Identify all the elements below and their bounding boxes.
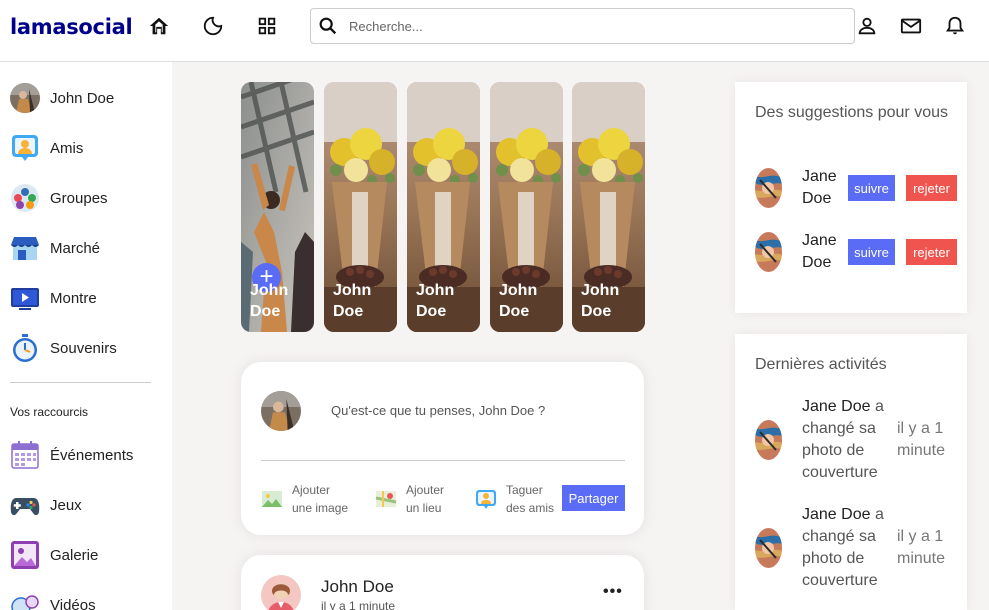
avatar[interactable]: [261, 575, 301, 610]
logo[interactable]: lamasocial: [10, 15, 133, 39]
post-time: il y a 1 minute: [321, 599, 396, 610]
suggestion-name[interactable]: Jane Doe: [802, 166, 837, 210]
share-option-image[interactable]: Ajouter une image: [261, 481, 348, 517]
sidebar-item-label: Galerie: [50, 546, 99, 564]
sidebar-item-label: Amis: [50, 139, 84, 157]
story-card[interactable]: John Doe: [572, 82, 645, 332]
more-icon[interactable]: •••: [603, 583, 623, 601]
story-card[interactable]: John Doe: [324, 82, 397, 332]
tag-friends-icon: [476, 490, 496, 509]
avatar: [10, 83, 40, 113]
story-name: John Doe: [250, 282, 289, 320]
sidebar-item-friends[interactable]: Amis: [10, 132, 83, 164]
reject-button[interactable]: rejeter: [906, 175, 957, 201]
sidebar-item-label: Jeux: [50, 496, 82, 514]
share-button[interactable]: Partager: [562, 485, 625, 511]
sidebar-item-label: Marché: [50, 239, 101, 257]
shortcuts-title: Vos raccourcis: [10, 405, 89, 419]
suggestions-title: Des suggestions pour vous: [755, 104, 948, 121]
sidebar-item-gallery[interactable]: Galerie: [10, 539, 98, 571]
reject-button[interactable]: rejeter: [906, 239, 957, 265]
search-icon: [319, 17, 337, 35]
activity-text: Jane Doe a changé sa photo de couverture: [802, 506, 884, 589]
moon-icon[interactable]: [202, 15, 224, 37]
sidebar-item-groups[interactable]: Groupes: [10, 182, 108, 214]
avatar[interactable]: [755, 168, 782, 208]
sidebar-item-label: Montre: [50, 289, 97, 307]
activity-time: il y a 1 minute: [897, 528, 946, 567]
watch-icon: [10, 283, 40, 313]
activities-card: Dernières activités Jane Doe a changé sa…: [735, 334, 967, 610]
activity-text: Jane Doe a changé sa photo de couverture: [802, 398, 884, 481]
navbar: lamasocial: [0, 0, 989, 62]
share-divider: [261, 460, 625, 461]
sidebar-item-label: Événements: [50, 446, 134, 464]
search-bar[interactable]: [310, 8, 855, 44]
sidebar-item-profile[interactable]: John Doe: [10, 82, 114, 114]
story-card[interactable]: John Doe: [490, 82, 563, 332]
image-icon: [262, 491, 282, 507]
sidebar-item-videos[interactable]: Vidéos: [10, 589, 96, 610]
story-name: John Doe: [416, 282, 455, 320]
sidebar-item-label: Vidéos: [50, 596, 96, 610]
sidebar-divider: [10, 382, 151, 383]
suggestion-name[interactable]: Jane Doe: [802, 230, 837, 274]
avatar[interactable]: [755, 420, 782, 460]
follow-button[interactable]: suivre: [848, 239, 895, 265]
post-author[interactable]: John Doe: [321, 577, 394, 597]
suggestions-card: Des suggestions pour vous Jane Doe suivre…: [735, 82, 967, 313]
avatar: [261, 391, 301, 431]
groups-icon: [10, 183, 40, 213]
map-icon: [375, 491, 397, 507]
story-card-add[interactable]: + John Doe: [241, 82, 314, 332]
story-name: John Doe: [333, 282, 372, 320]
share-option-tag[interactable]: Taguer des amis: [475, 481, 554, 517]
avatar[interactable]: [755, 232, 782, 272]
home-icon[interactable]: [148, 15, 170, 37]
follow-button[interactable]: suivre: [848, 175, 895, 201]
post-card: John Doe il y a 1 minute •••: [241, 555, 644, 610]
search-input[interactable]: [349, 18, 829, 34]
story-card[interactable]: John Doe: [407, 82, 480, 332]
avatar[interactable]: [755, 528, 782, 568]
sidebar-item-events[interactable]: Événements: [10, 439, 133, 471]
friends-icon: [10, 133, 40, 163]
calendar-icon: [10, 440, 40, 470]
sidebar-item-label: Groupes: [50, 189, 108, 207]
story-name: John Doe: [581, 282, 620, 320]
market-icon: [10, 233, 40, 263]
gamepad-icon: [10, 490, 40, 520]
sidebar-item-memories[interactable]: Souvenirs: [10, 332, 117, 364]
activities-title: Dernières activités: [755, 356, 887, 373]
share-option-location[interactable]: Ajouter un lieu: [375, 481, 444, 517]
gallery-icon: [10, 540, 40, 570]
videos-icon: [10, 590, 40, 610]
sidebar-item-label: Souvenirs: [50, 339, 117, 357]
sidebar-item-market[interactable]: Marché: [10, 232, 100, 264]
left-sidebar: John Doe Amis Groupes Marché Montre Souv…: [0, 62, 172, 610]
sidebar-item-watch[interactable]: Montre: [10, 282, 97, 314]
person-icon[interactable]: [856, 15, 878, 37]
sidebar-item-label: John Doe: [50, 89, 115, 107]
share-input[interactable]: Qu'est-ce que tu penses, John Doe ?: [331, 403, 551, 418]
story-name: John Doe: [499, 282, 538, 320]
bell-icon[interactable]: [944, 15, 966, 37]
stopwatch-icon: [10, 333, 40, 363]
grid-icon[interactable]: [256, 15, 278, 37]
sidebar-item-games[interactable]: Jeux: [10, 489, 82, 521]
share-box: Qu'est-ce que tu penses, John Doe ? Ajou…: [241, 362, 644, 535]
mail-icon[interactable]: [900, 15, 922, 37]
activity-time: il y a 1 minute: [897, 420, 946, 459]
